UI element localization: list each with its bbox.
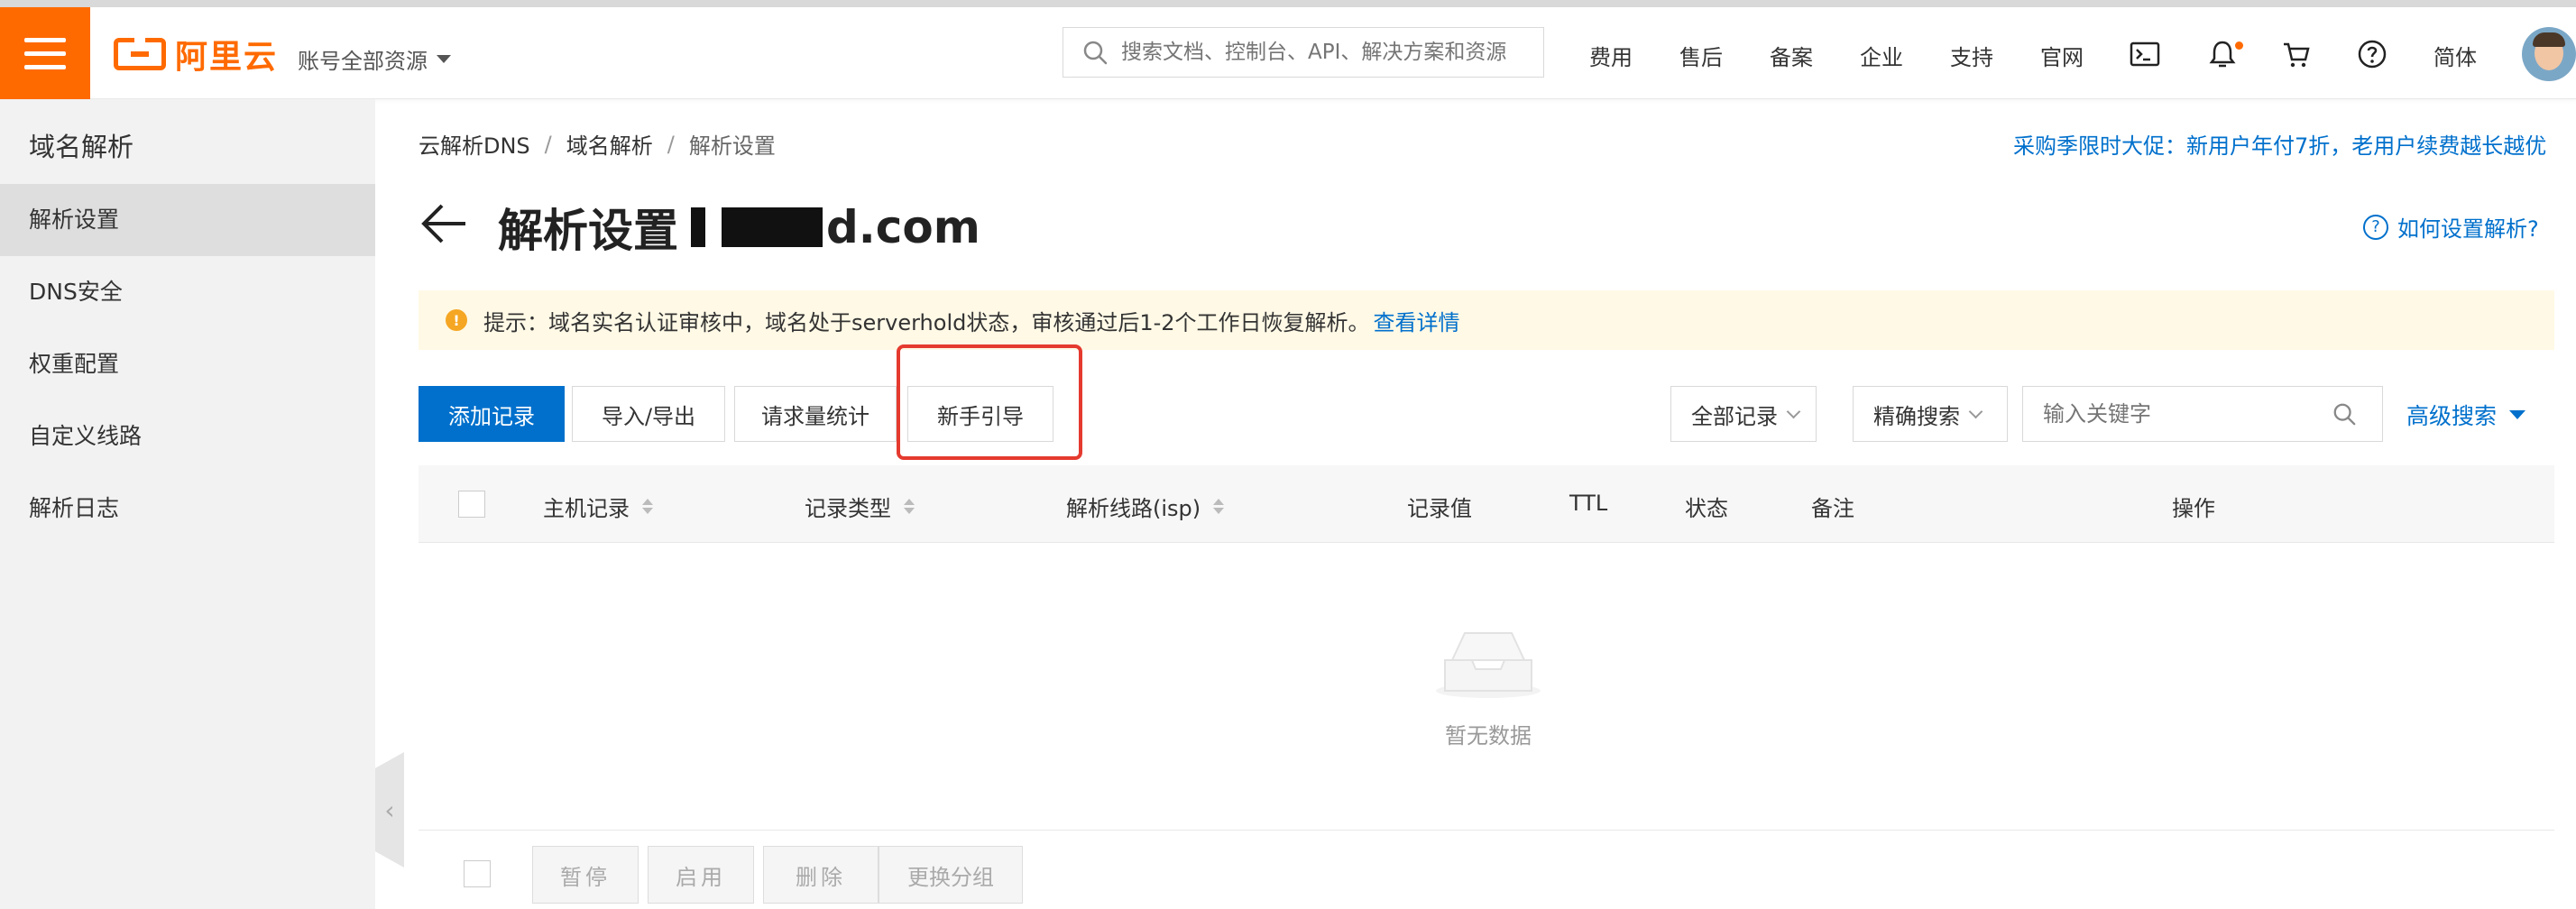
global-search-input[interactable]	[1121, 41, 1527, 64]
nav-support[interactable]: 支持	[1950, 40, 1993, 71]
sort-icon	[642, 499, 653, 514]
view-details-link[interactable]: 查看详情	[1374, 305, 1460, 336]
sidebar-item-weight-config[interactable]: 权重配置	[0, 328, 375, 400]
sort-icon	[904, 499, 915, 514]
add-record-button[interactable]: 添加记录	[419, 386, 565, 442]
delete-button[interactable]: 删除	[763, 846, 879, 904]
keyword-search[interactable]	[2022, 386, 2383, 442]
page-title-text: 解析设置	[498, 205, 678, 257]
sort-icon	[1213, 499, 1225, 514]
records-table-header: 主机记录 记录类型 解析线路(isp) 记录值 TTL 状态 备注 操作	[419, 465, 2554, 543]
terminal-icon[interactable]	[2129, 38, 2161, 70]
notification-dot	[2235, 41, 2243, 50]
chevron-down-icon	[1968, 404, 1983, 418]
sidebar-item-dns-security[interactable]: DNS安全	[0, 256, 375, 328]
nav-official[interactable]: 官网	[2040, 40, 2084, 71]
request-stats-button[interactable]: 请求量统计	[734, 386, 897, 442]
bottom-select-all-checkbox[interactable]	[464, 860, 491, 887]
top-header: 阿里云 账号全部资源 费用 售后 备案 企业 支持 官网 简体	[0, 7, 2576, 99]
aliyun-logo[interactable]: 阿里云	[114, 34, 278, 76]
redacted-domain	[722, 207, 823, 247]
hamburger-icon	[24, 33, 66, 74]
domain-tail: d.com	[826, 201, 980, 253]
menu-button[interactable]	[0, 7, 90, 99]
table-footer-divider	[419, 830, 2554, 831]
nav-record[interactable]: 备案	[1770, 40, 1813, 71]
notice-text: 提示：域名实名认证审核中，域名处于serverhold状态，审核通过后1-2个工…	[483, 309, 1370, 335]
breadcrumb-item[interactable]: 云解析DNS	[419, 128, 530, 160]
aliyun-logo-icon	[114, 38, 166, 70]
column-type[interactable]: 记录类型	[805, 491, 915, 522]
cart-icon[interactable]	[2280, 38, 2313, 70]
import-export-button[interactable]: 导入/导出	[572, 386, 725, 442]
breadcrumb-current: 解析设置	[688, 133, 776, 159]
empty-text: 暂无数据	[1445, 723, 1532, 748]
guide-button-highlight	[897, 344, 1082, 460]
promo-link[interactable]: 采购季限时大促：新用户年付7折，老用户续费越长越优	[2013, 128, 2546, 160]
caret-down-icon	[437, 55, 451, 63]
select-all-checkbox[interactable]	[458, 491, 485, 518]
chevron-left-icon: ‹	[384, 794, 395, 825]
column-host[interactable]: 主机记录	[543, 491, 653, 522]
chevron-down-icon	[1786, 404, 1801, 418]
warning-icon: !	[446, 309, 467, 331]
empty-state: 暂无数据	[1389, 624, 1587, 749]
account-resource-selector[interactable]: 账号全部资源	[298, 43, 451, 75]
help-icon[interactable]	[2356, 38, 2388, 70]
pause-button[interactable]: 暂停	[532, 846, 639, 904]
advanced-search-toggle[interactable]: 高级搜索	[2406, 399, 2526, 431]
question-icon: ?	[2363, 214, 2388, 240]
page-title: 解析设置 d.com	[498, 195, 980, 260]
search-icon[interactable]	[2332, 401, 2357, 427]
empty-box-icon	[1436, 632, 1541, 698]
sidebar: 域名解析 解析设置 DNS安全 权重配置 自定义线路 解析日志	[0, 99, 375, 909]
breadcrumb: 云解析DNS / 域名解析 / 解析设置	[419, 128, 776, 160]
column-status: 状态	[1685, 496, 1728, 521]
serverhold-notice: ! 提示：域名实名认证审核中，域名处于serverhold状态，审核通过后1-2…	[419, 290, 2554, 350]
redacted-domain	[691, 207, 705, 247]
search-icon	[1083, 41, 1108, 65]
logo-text: 阿里云	[175, 39, 279, 76]
column-ttl: TTL	[1569, 491, 1608, 516]
back-arrow-icon[interactable]	[419, 200, 469, 247]
sidebar-item-resolve-settings[interactable]: 解析设置	[0, 184, 375, 256]
account-label: 账号全部资源	[298, 49, 428, 74]
column-line[interactable]: 解析线路(isp)	[1066, 491, 1225, 522]
sidebar-item-resolve-log[interactable]: 解析日志	[0, 473, 375, 545]
how-to-resolve-link[interactable]: ? 如何设置解析?	[2363, 211, 2539, 243]
bell-icon[interactable]	[2206, 38, 2239, 70]
column-actions: 操作	[2172, 496, 2215, 521]
nav-fee[interactable]: 费用	[1589, 40, 1633, 71]
caret-down-icon	[2509, 410, 2526, 419]
global-search[interactable]	[1063, 27, 1544, 78]
breadcrumb-item[interactable]: 域名解析	[566, 128, 653, 160]
language-switch[interactable]: 简体	[2433, 40, 2477, 71]
nav-enterprise[interactable]: 企业	[1860, 40, 1903, 71]
sidebar-collapse-handle[interactable]: ‹	[375, 752, 404, 868]
sidebar-item-custom-line[interactable]: 自定义线路	[0, 400, 375, 473]
browser-top-strip	[0, 0, 2576, 7]
record-filter-select[interactable]: 全部记录	[1670, 386, 1817, 442]
column-value: 记录值	[1407, 496, 1472, 521]
nav-after-sale[interactable]: 售后	[1679, 40, 1723, 71]
column-remark: 备注	[1811, 496, 1854, 521]
enable-button[interactable]: 启用	[648, 846, 754, 904]
sidebar-title: 域名解析	[29, 132, 134, 162]
user-avatar[interactable]	[2522, 27, 2576, 81]
search-mode-select[interactable]: 精确搜索	[1853, 386, 2008, 442]
change-group-button[interactable]: 更换分组	[879, 846, 1023, 904]
keyword-input[interactable]	[2043, 401, 2332, 427]
